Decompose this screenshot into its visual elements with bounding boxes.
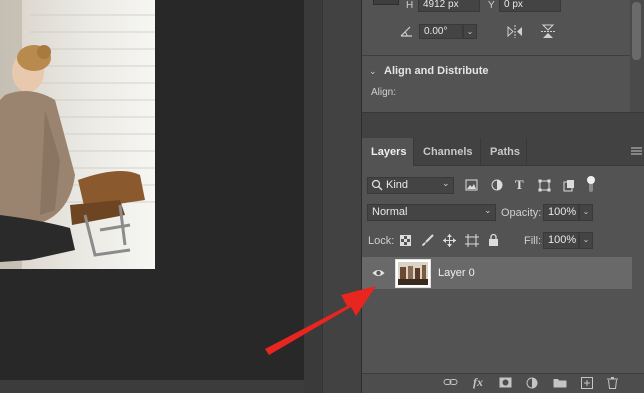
search-icon [371, 179, 383, 191]
chevron-down-icon: ⌄ [442, 178, 450, 188]
tab-paths[interactable]: Paths [481, 138, 527, 166]
filter-kind-label: Kind [386, 179, 409, 191]
photo-thumbnail-image [0, 0, 155, 269]
trash-icon[interactable] [607, 377, 618, 392]
opacity-field[interactable]: 100% [543, 204, 579, 221]
filter-shape-icon[interactable] [538, 179, 551, 192]
angle-icon [400, 25, 414, 37]
mask-icon[interactable] [499, 377, 512, 391]
panel-menu-icon[interactable] [631, 146, 642, 156]
group-icon[interactable] [553, 377, 567, 391]
tab-channels[interactable]: Channels [414, 138, 481, 166]
flip-vertical-icon[interactable] [540, 23, 556, 40]
adjustment-icon[interactable] [526, 377, 538, 392]
height-field[interactable]: 4912 px [418, 0, 480, 12]
properties-scrollbar-thumb[interactable] [632, 2, 641, 60]
y-position-field[interactable]: 0 px [499, 0, 561, 12]
filter-smart-object-icon[interactable] [563, 179, 575, 192]
lock-label: Lock: [368, 235, 395, 247]
fill-field[interactable]: 100% [543, 232, 579, 249]
filter-pixel-icon[interactable] [465, 179, 478, 191]
properties-panel [362, 0, 630, 112]
angle-dropdown-chevron-icon[interactable]: ⌄ [463, 24, 477, 39]
chevron-down-icon: ⌄ [484, 205, 492, 215]
layer-name[interactable]: Layer 0 [438, 267, 475, 279]
link-icon[interactable] [443, 377, 458, 390]
filter-type-icon[interactable]: T [515, 177, 524, 193]
properties-divider [362, 55, 630, 56]
align-section-title[interactable]: Align and Distribute [384, 65, 489, 77]
lock-artboard-icon[interactable] [465, 234, 479, 247]
lock-image-pixels-icon[interactable] [421, 234, 434, 247]
angle-field[interactable]: 0.00° [419, 24, 463, 39]
y-position-label: Y [488, 0, 495, 11]
height-label: H [406, 0, 414, 11]
align-section-chevron-icon[interactable]: ⌄ [369, 66, 377, 77]
lock-position-icon[interactable] [443, 234, 456, 247]
opacity-dropdown-chevron-icon[interactable]: ⌄ [579, 204, 593, 221]
layer-thumbnail[interactable] [395, 259, 431, 288]
align-label: Align: [371, 87, 397, 98]
blend-mode-value: Normal [372, 206, 408, 218]
fx-icon[interactable]: fx [473, 375, 483, 390]
layers-panel-tabbar: Layers Channels Paths [362, 138, 644, 166]
annotation-arrow [265, 286, 376, 355]
fill-label: Fill: [524, 235, 542, 247]
blend-mode-dropdown[interactable]: Normal [367, 204, 496, 221]
lock-transparent-pixels-icon[interactable] [400, 235, 411, 246]
new-layer-icon[interactable] [581, 377, 593, 392]
canvas-horizontal-scrollbar[interactable] [0, 380, 322, 393]
flip-horizontal-icon[interactable] [506, 24, 524, 39]
panel-separator [362, 112, 644, 138]
lock-all-icon[interactable] [488, 233, 499, 247]
fill-dropdown-chevron-icon[interactable]: ⌄ [579, 232, 593, 249]
color-swatch-partial[interactable] [373, 0, 399, 5]
filter-adjustment-icon[interactable] [491, 179, 503, 191]
filter-toggle-switch[interactable] [586, 175, 596, 193]
tab-layers[interactable]: Layers [362, 138, 414, 166]
opacity-label: Opacity: [501, 207, 542, 219]
